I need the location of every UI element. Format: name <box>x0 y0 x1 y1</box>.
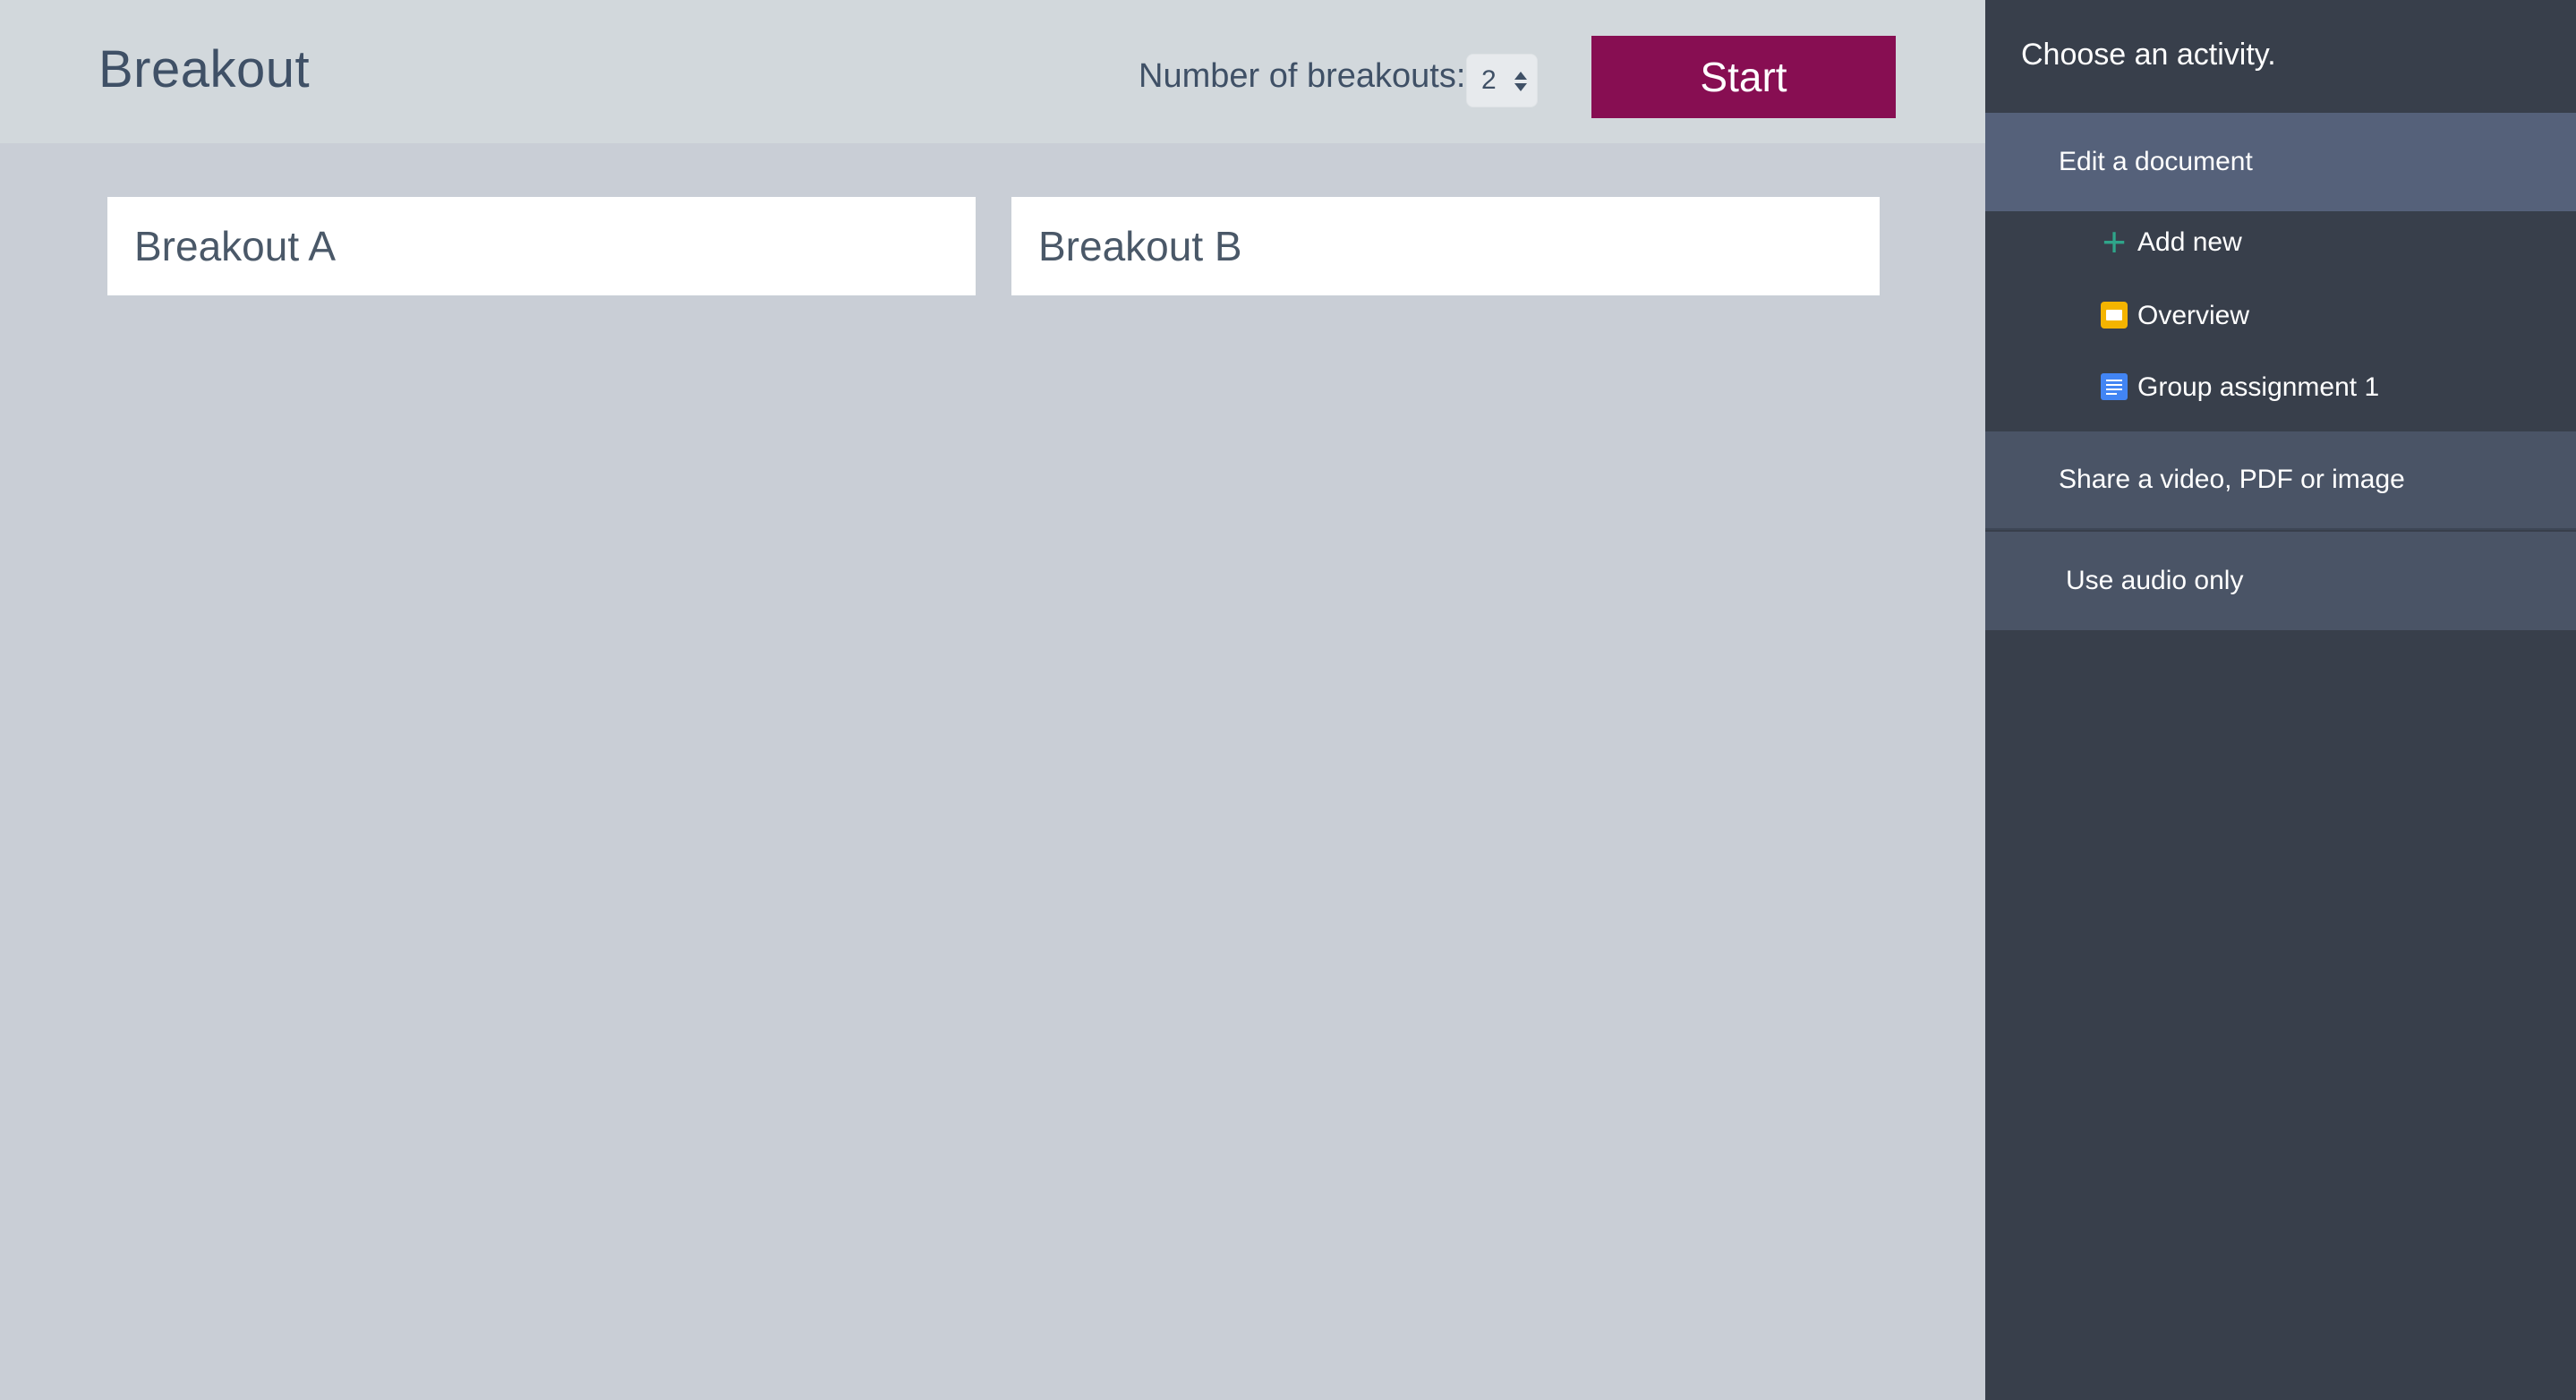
sidebar-heading: Choose an activity. <box>2021 38 2276 72</box>
docs-icon <box>2100 372 2128 401</box>
breakout-card-b[interactable]: Breakout B <box>1011 197 1880 295</box>
main-area: Breakout Number of breakouts: 2 Start Br… <box>0 0 1985 1400</box>
breakout-card-a[interactable]: Breakout A <box>107 197 976 295</box>
header-bar: Breakout Number of breakouts: 2 Start <box>0 0 1985 143</box>
breakout-name: Breakout A <box>134 223 337 269</box>
section-audio-only[interactable]: Use audio only <box>1985 532 2576 630</box>
sub-item-label: Group assignment 1 <box>2137 372 2380 402</box>
breakout-name: Breakout B <box>1038 223 1242 269</box>
document-item-overview[interactable]: Overview <box>1985 285 2576 347</box>
breakout-count-label: Number of breakouts: <box>1139 57 1466 95</box>
section-edit-document[interactable]: Edit a document <box>1985 113 2576 211</box>
breakout-count-select[interactable]: 2 <box>1466 54 1538 107</box>
slides-icon <box>2100 301 2128 329</box>
select-arrows-icon <box>1514 65 1528 98</box>
section-label: Share a video, PDF or image <box>2059 465 2405 494</box>
add-new-document-item[interactable]: + Add new <box>1985 211 2576 274</box>
activity-sidebar: Choose an activity. Edit a document + Ad… <box>1985 0 2576 1400</box>
start-button[interactable]: Start <box>1591 36 1896 118</box>
page-title: Breakout <box>98 40 311 98</box>
breakout-count-value: 2 <box>1481 65 1497 95</box>
document-item-group-assignment[interactable]: Group assignment 1 <box>1985 356 2576 419</box>
sub-item-label: Overview <box>2137 301 2250 330</box>
sub-item-label: Add new <box>2137 227 2242 257</box>
section-share-media[interactable]: Share a video, PDF or image <box>1985 431 2576 530</box>
section-label: Edit a document <box>2059 147 2253 176</box>
breakout-app: Breakout Number of breakouts: 2 Start Br… <box>0 0 2576 1400</box>
plus-icon: + <box>2102 218 2127 265</box>
section-label: Use audio only <box>2066 566 2244 595</box>
